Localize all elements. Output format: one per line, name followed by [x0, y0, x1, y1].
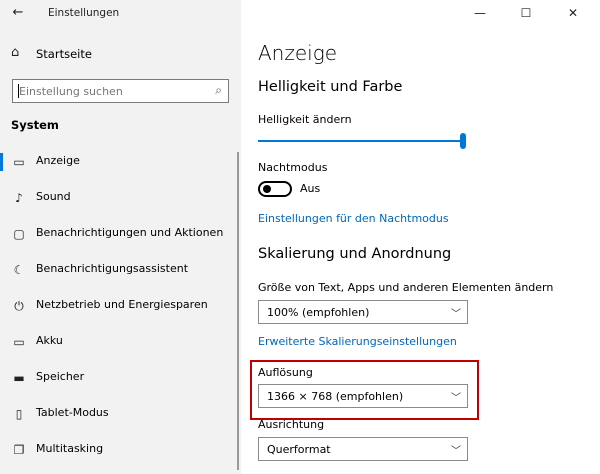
minimize-icon[interactable]: —: [470, 3, 490, 23]
slider-thumb[interactable]: [460, 133, 466, 149]
close-icon[interactable]: ✕: [563, 3, 583, 23]
sidebar-item-label: Speicher: [36, 370, 85, 383]
nightmode-settings-link[interactable]: Einstellungen für den Nachtmodus: [258, 212, 449, 225]
sidebar-item-label: Akku: [36, 334, 63, 347]
sidebar: ← Einstellungen ⌂ Startseite ⌕ System ▭ …: [0, 0, 241, 474]
app-title: Einstellungen: [48, 7, 120, 19]
moon-icon: ☾: [13, 263, 25, 277]
nightmode-state: Aus: [300, 182, 321, 195]
back-arrow-icon[interactable]: ←: [6, 2, 30, 24]
sidebar-item-benachrichtigungsassistent[interactable]: ☾ Benachrichtigungsassistent: [0, 252, 241, 288]
section-heading-brightness: Helligkeit und Farbe: [258, 79, 403, 95]
scale-label: Größe von Text, Apps und anderen Element…: [258, 281, 554, 294]
sidebar-item-anzeige[interactable]: ▭ Anzeige: [0, 144, 241, 180]
search-icon[interactable]: ⌕: [215, 83, 222, 98]
sidebar-item-speicher[interactable]: ▬ Speicher: [0, 360, 241, 396]
titlebar-left: ← Einstellungen: [0, 0, 241, 28]
orientation-value: Querformat: [267, 443, 331, 456]
sidebar-item-label: Benachrichtigungen und Aktionen: [36, 226, 224, 239]
tablet-icon: ▯: [15, 407, 23, 421]
scale-dropdown[interactable]: 100% (empfohlen) ﹀: [258, 300, 468, 324]
sidebar-item-multitasking[interactable]: ❐ Multitasking: [0, 432, 241, 468]
power-icon: ⏻: [14, 299, 24, 313]
orientation-dropdown[interactable]: Querformat ﹀: [258, 437, 468, 461]
sidebar-scrollbar[interactable]: [237, 152, 239, 470]
maximize-icon[interactable]: ☐: [516, 3, 536, 23]
section-heading-system: System: [11, 118, 59, 132]
sidebar-item-sound[interactable]: ♪ Sound: [0, 180, 241, 216]
sidebar-item-tablet-modus[interactable]: ▯ Tablet-Modus: [0, 396, 241, 432]
nightmode-label: Nachtmodus: [258, 161, 328, 174]
multitasking-icon: ❐: [13, 443, 25, 457]
search-box[interactable]: ⌕: [12, 79, 229, 103]
sidebar-item-label: Multitasking: [36, 442, 104, 455]
scale-value: 100% (empfohlen): [267, 306, 370, 319]
brightness-slider[interactable]: [258, 133, 468, 149]
message-icon: ▢: [13, 227, 25, 241]
resolution-highlight-frame: [250, 360, 479, 420]
chevron-down-icon: ﹀: [451, 309, 461, 320]
text-caret: [18, 84, 19, 98]
toggle-knob: [263, 185, 271, 193]
sidebar-home[interactable]: ⌂ Startseite: [0, 42, 241, 68]
section-heading-scaling: Skalierung und Anordnung: [258, 246, 452, 262]
battery-icon: ▭: [13, 335, 25, 349]
window-controls: — ☐ ✕: [460, 0, 600, 26]
slider-track: [258, 140, 464, 142]
page-title: Anzeige: [258, 41, 338, 65]
sidebar-nav: ▭ Anzeige ♪ Sound ▢ Benachrichtigungen u…: [0, 144, 241, 468]
search-input[interactable]: [13, 80, 203, 102]
sidebar-item-label: Benachrichtigungsassistent: [36, 262, 189, 275]
storage-icon: ▬: [13, 371, 25, 385]
brightness-label: Helligkeit ändern: [258, 113, 352, 126]
sidebar-item-label: Tablet-Modus: [36, 406, 109, 419]
home-icon: ⌂: [11, 45, 20, 60]
advanced-scaling-link[interactable]: Erweiterte Skalierungseinstellungen: [258, 335, 457, 348]
sidebar-item-akku[interactable]: ▭ Akku: [0, 324, 241, 360]
home-label: Startseite: [36, 47, 92, 61]
sidebar-item-label: Sound: [36, 190, 71, 203]
nightmode-toggle[interactable]: [258, 181, 292, 197]
speaker-icon: ♪: [15, 191, 23, 205]
sidebar-item-netzbetrieb[interactable]: ⏻ Netzbetrieb und Energiesparen: [0, 288, 241, 324]
sidebar-item-label: Anzeige: [36, 154, 80, 167]
sidebar-item-label: Netzbetrieb und Energiesparen: [36, 298, 208, 311]
chevron-down-icon: ﹀: [451, 446, 461, 457]
monitor-icon: ▭: [13, 155, 25, 169]
sidebar-item-benachrichtigungen[interactable]: ▢ Benachrichtigungen und Aktionen: [0, 216, 241, 252]
selection-indicator: [0, 153, 3, 171]
